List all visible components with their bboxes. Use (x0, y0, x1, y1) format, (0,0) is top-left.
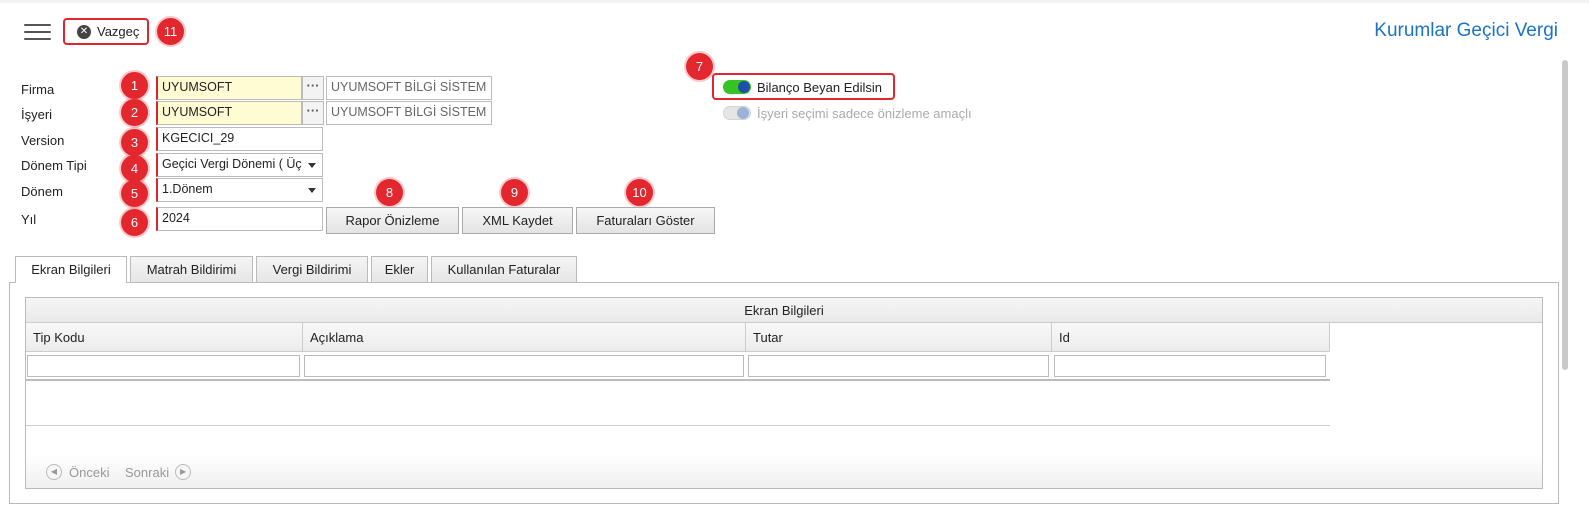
chevron-right-icon: ▶ (175, 464, 192, 480)
isyeri-code-input[interactable]: UYUMSOFT (156, 101, 302, 125)
grid-pager (26, 455, 1542, 488)
toggle-knob (737, 107, 749, 119)
step-badge-5: 5 (121, 180, 148, 207)
previous-page-label: Önceki (69, 464, 110, 480)
step-badge-8: 8 (376, 179, 403, 206)
filter-aciklama-input[interactable] (304, 355, 744, 377)
yil-label: Yıl (21, 212, 37, 227)
tab-ekler[interactable]: Ekler (371, 256, 428, 282)
rapor-onizleme-button[interactable]: Rapor Önizleme (326, 207, 459, 234)
grid-caption: Ekran Bilgileri (26, 298, 1542, 323)
cancel-label: Vazgeç (97, 24, 140, 39)
cancel-button[interactable]: ✕ Vazgeç (63, 18, 149, 45)
step-badge-7: 7 (686, 53, 713, 80)
donem-tipi-value: Geçici Vergi Dönemi ( Üç (162, 157, 302, 171)
donem-label: Dönem (21, 184, 63, 199)
yil-input[interactable]: 2024 (156, 207, 323, 231)
column-header-tip-kodu[interactable]: Tip Kodu (26, 323, 303, 352)
tab-kullanilan-faturalar[interactable]: Kullanılan Faturalar (431, 256, 577, 282)
donem-tipi-select[interactable]: Geçici Vergi Dönemi ( Üç (156, 153, 323, 177)
donem-select[interactable]: 1.Dönem (156, 178, 323, 202)
chevron-down-icon (308, 163, 316, 168)
isyeri-name-field: UYUMSOFT BİLGİ SİSTEM (326, 101, 492, 125)
next-page-button[interactable]: Sonraki ▶ (125, 464, 192, 480)
step-badge-6: 6 (121, 209, 148, 236)
chevron-left-icon: ◀ (46, 464, 62, 480)
filter-id-input[interactable] (1054, 355, 1326, 377)
next-page-label: Sonraki (125, 464, 170, 480)
filter-tutar-input[interactable] (748, 355, 1049, 377)
firma-label: Firma (21, 82, 55, 97)
tab-ekran-bilgileri[interactable]: Ekran Bilgileri (15, 256, 127, 283)
step-badge-1: 1 (121, 72, 148, 99)
firma-code-input[interactable]: UYUMSOFT (156, 76, 302, 100)
filter-tip-kodu-input[interactable] (27, 355, 300, 377)
column-header-tutar[interactable]: Tutar (746, 323, 1052, 352)
top-bar (0, 0, 1589, 60)
firma-name-field: UYUMSOFT BİLGİ SİSTEM (326, 76, 492, 100)
tab-matrah-bildirimi[interactable]: Matrah Bildirimi (130, 256, 253, 282)
grid-divider (26, 425, 1330, 426)
isyeri-onizleme-label: İşyeri seçimi sadece önizleme amaçlı (757, 106, 972, 121)
isyeri-onizleme-toggle-switch[interactable] (723, 106, 751, 120)
version-label: Version (21, 133, 65, 148)
faturalari-goster-button[interactable]: Faturaları Göster (576, 207, 715, 234)
column-header-aciklama[interactable]: Açıklama (303, 323, 746, 352)
isyeri-label: İşyeri (21, 107, 53, 122)
isyeri-lookup-button[interactable]: ··· (302, 101, 324, 125)
step-badge-11: 11 (157, 18, 184, 45)
previous-page-button[interactable]: ◀ Önceki (46, 464, 109, 480)
step-badge-2: 2 (121, 99, 148, 126)
close-icon: ✕ (77, 24, 91, 39)
column-header-id[interactable]: Id (1052, 323, 1330, 352)
donem-value: 1.Dönem (162, 182, 213, 196)
page-title: Kurumlar Geçici Vergi (1374, 20, 1558, 41)
bilanco-toggle-switch[interactable] (723, 80, 751, 94)
firma-lookup-button[interactable]: ··· (302, 76, 324, 100)
step-badge-3: 3 (121, 129, 148, 156)
step-badge-4: 4 (121, 155, 148, 182)
toggle-knob (738, 81, 750, 93)
donem-tipi-label: Dönem Tipi (21, 158, 87, 173)
bilanco-toggle-label: Bilanço Beyan Edilsin (757, 80, 883, 95)
grid-divider (26, 379, 1330, 381)
hamburger-menu-icon[interactable] (24, 22, 51, 42)
step-badge-9: 9 (501, 179, 528, 206)
version-input[interactable]: KGECICI_29 (156, 127, 323, 151)
xml-kaydet-button[interactable]: XML Kaydet (462, 207, 573, 234)
step-badge-10: 10 (626, 179, 653, 206)
page-scrollbar[interactable] (1562, 60, 1568, 370)
tab-vergi-bildirimi[interactable]: Vergi Bildirimi (256, 256, 368, 282)
chevron-down-icon (308, 188, 316, 193)
